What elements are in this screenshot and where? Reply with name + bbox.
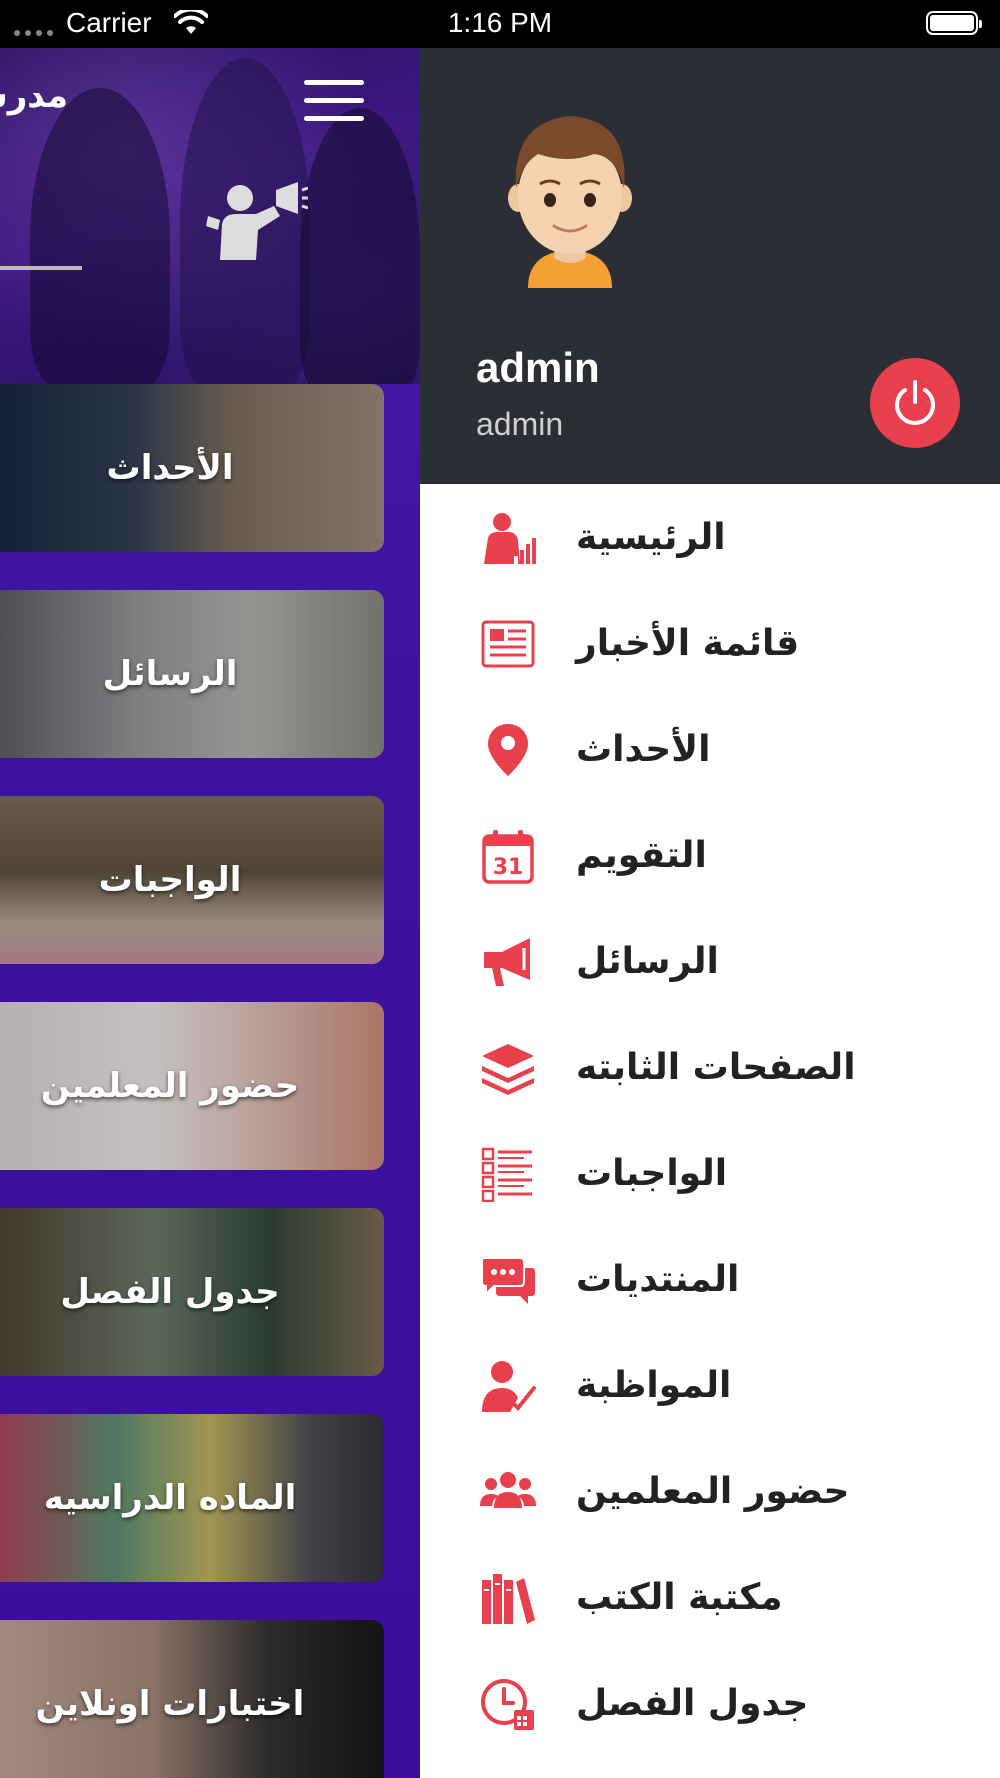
header-underline <box>0 266 82 270</box>
layers-icon <box>482 1044 534 1095</box>
tile-label: الأحداث <box>106 448 234 488</box>
avatar <box>508 116 632 288</box>
teacher-announce-icon <box>206 182 308 260</box>
menu-item-library[interactable]: مكتبة الكتب <box>420 1544 1000 1650</box>
main-screen: مدرس الأحداث الرسائل الواجبات حضور المعل… <box>0 48 420 1778</box>
battery-icon <box>926 11 982 35</box>
menu-item-class-schedule[interactable]: جدول الفصل <box>420 1650 1000 1756</box>
megaphone-icon <box>484 938 530 986</box>
menu-item-label: جدول الفصل <box>576 1682 809 1724</box>
menu-item-label: الرسائل <box>576 940 719 982</box>
page-title: مدرس <box>0 76 68 116</box>
menu-toggle-button[interactable] <box>304 80 364 124</box>
tile-online-exams[interactable]: اختبارات اونلاين <box>0 1620 384 1778</box>
tile-label: الواجبات <box>98 860 242 900</box>
menu-item-news[interactable]: قائمة الأخبار <box>420 590 1000 696</box>
menu-item-forums[interactable]: المنتديات <box>420 1226 1000 1332</box>
menu-item-label: قائمة الأخبار <box>576 622 800 664</box>
list-icon <box>481 1147 532 1202</box>
map-pin-icon <box>488 724 528 776</box>
drawer-header: admin admin <box>420 48 1000 484</box>
menu-item-label: المنتديات <box>576 1258 740 1300</box>
header-photo-figure <box>300 108 420 384</box>
menu-item-homework[interactable]: الواجبات <box>420 1120 1000 1226</box>
users-icon <box>480 1472 536 1508</box>
tile-label: الرسائل <box>102 654 238 694</box>
menu-item-static-pages[interactable]: الصفحات الثابته <box>420 1014 1000 1120</box>
books-icon <box>482 1574 535 1624</box>
tile-label: اختبارات اونلاين <box>35 1684 305 1724</box>
tile-label: جدول الفصل <box>60 1272 280 1312</box>
menu-item-label: الواجبات <box>576 1152 728 1194</box>
menu-item-events[interactable]: الأحداث <box>420 696 1000 802</box>
menu-item-calendar[interactable]: 31 التقويم <box>420 802 1000 908</box>
chat-icon <box>481 1257 535 1304</box>
tile-homework[interactable]: الواجبات <box>0 796 384 964</box>
menu-item-label: الرئيسية <box>576 516 726 558</box>
menu-item-label: مكتبة الكتب <box>576 1576 783 1618</box>
menu-item-attendance[interactable]: المواظبة <box>420 1332 1000 1438</box>
svg-text:31: 31 <box>493 855 524 880</box>
teacher-chart-icon <box>484 513 536 564</box>
main-header: مدرس <box>0 48 420 384</box>
tile-label: الماده الدراسيه <box>43 1478 297 1518</box>
tile-class-schedule[interactable]: جدول الفصل <box>0 1208 384 1376</box>
newspaper-icon <box>481 620 535 668</box>
menu-item-label: الصفحات الثابته <box>576 1046 856 1088</box>
clock: 1:16 PM <box>447 7 553 38</box>
tile-subjects[interactable]: الماده الدراسيه <box>0 1414 384 1582</box>
menu-item-messages[interactable]: الرسائل <box>420 908 1000 1014</box>
tile-label: حضور المعلمين <box>40 1066 300 1106</box>
user-name: admin <box>476 344 600 391</box>
calendar-icon: 31 <box>482 830 534 884</box>
menu-item-teacher-attendance[interactable]: حضور المعلمين <box>420 1438 1000 1544</box>
power-icon <box>895 380 935 425</box>
menu-item-label: التقويم <box>576 834 707 876</box>
tile-teacher-attendance[interactable]: حضور المعلمين <box>0 1002 384 1170</box>
tile-messages[interactable]: الرسائل <box>0 590 384 758</box>
clock-calendar-icon <box>481 1679 534 1730</box>
menu-item-home[interactable]: الرئيسية <box>420 484 1000 590</box>
side-drawer: admin admin الرئيسية قائمة الأخبار الأحد… <box>420 48 1000 1778</box>
tile-events[interactable]: الأحداث <box>0 384 384 552</box>
header-photo-figure <box>30 88 170 384</box>
menu-item-label: الأحداث <box>576 728 711 770</box>
logout-button[interactable] <box>870 358 960 448</box>
user-role: admin <box>476 406 564 442</box>
user-check-icon <box>482 1361 536 1412</box>
drawer-menu: الرئيسية قائمة الأخبار الأحداث 31 التقوي… <box>420 484 1000 1756</box>
menu-item-label: حضور المعلمين <box>576 1470 850 1512</box>
status-bar: Carrier 1:16 PM <box>0 0 1000 48</box>
menu-item-label: المواظبة <box>576 1364 732 1406</box>
